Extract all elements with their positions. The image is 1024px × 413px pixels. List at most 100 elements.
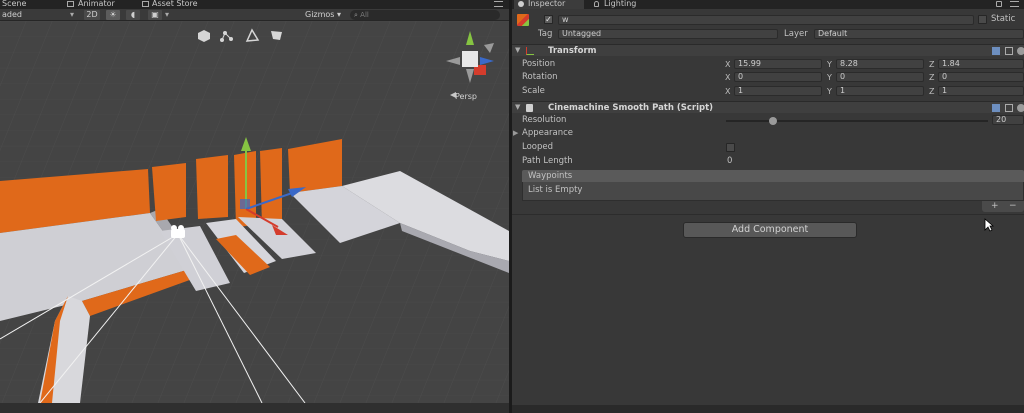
layer-dropdown[interactable]: Default (814, 29, 1024, 39)
gizmos-label: Gizmos (305, 10, 335, 19)
tag-layer-row: Tag Untagged Layer Default (512, 28, 1024, 41)
gizmos-dropdown[interactable]: Gizmos ▾ (305, 10, 341, 20)
image-icon: ▣ (151, 10, 159, 19)
scale-z-axis-label: Z (929, 87, 935, 96)
pillar-2 (196, 155, 228, 219)
scene-tabbar: Scene Animator Asset Store (0, 0, 509, 9)
path-length-label: Path Length (522, 156, 573, 166)
scale-z-field[interactable]: 1 (938, 86, 1024, 96)
tab-asset-store[interactable]: Asset Store (140, 0, 220, 9)
waypoints-list-footer: + − (982, 201, 1024, 212)
resolution-value-field[interactable]: 20 (992, 115, 1024, 125)
pillar-4 (260, 148, 282, 227)
scene-panel[interactable]: Scene Animator Asset Store aded ▾ 2D ☀ ◖… (0, 0, 509, 413)
transform-header[interactable]: ▼ Transform (512, 44, 1024, 56)
panel-menu-icon[interactable] (494, 1, 503, 7)
waypoints-empty-text: List is Empty (528, 185, 583, 195)
static-label: Static (991, 14, 1016, 24)
rotation-x-field[interactable]: 0 (734, 72, 822, 82)
waypoints-label: Waypoints (528, 171, 573, 181)
transform-icon (526, 47, 534, 55)
layer-label: Layer (784, 29, 808, 39)
scene-bottom-bar (0, 403, 509, 413)
resolution-slider-thumb[interactable] (769, 117, 778, 125)
waypoints-list: List is Empty (522, 182, 1024, 201)
asset-store-icon (142, 1, 149, 7)
scale-x-field[interactable]: 1 (734, 86, 822, 96)
static-checkbox[interactable] (978, 15, 987, 24)
position-label: Position (522, 59, 556, 69)
object-header: ✓ w Static (512, 12, 1024, 28)
scene-viewport[interactable] (0, 21, 509, 403)
scene-search-input[interactable]: ⌕ All (350, 10, 500, 20)
persp-text[interactable]: Persp (455, 92, 477, 101)
position-z-axis-label: Z (929, 60, 935, 69)
resolution-row: Resolution 20 (512, 114, 1024, 127)
rotation-y-field[interactable]: 0 (836, 72, 924, 82)
camera-reel-1 (171, 225, 177, 231)
gizmo-plane-handle[interactable] (240, 199, 250, 209)
smooth-path-header[interactable]: ▼ Cinemachine Smooth Path (Script) (512, 101, 1024, 113)
appearance-label: Appearance (522, 128, 574, 138)
position-x-field[interactable]: 15.99 (734, 59, 822, 69)
scale-x-axis-label: X (725, 87, 731, 96)
tab-inspector[interactable]: Inspector (514, 0, 584, 9)
shading-mode-dropdown[interactable]: aded (2, 10, 22, 20)
preset-sliders-icon[interactable] (1005, 104, 1013, 112)
path-length-value: 0 (727, 156, 733, 166)
resolution-label: Resolution (522, 115, 567, 125)
appearance-row[interactable]: ▶ Appearance (512, 127, 1024, 140)
inspector-menu-icon[interactable] (1010, 1, 1019, 7)
object-name-field[interactable]: w (558, 15, 974, 25)
rotation-z-axis-label: Z (929, 73, 935, 82)
search-placeholder: All (360, 11, 369, 19)
mouse-cursor-icon (984, 218, 994, 232)
foldout-arrow-icon: ▼ (515, 46, 521, 54)
search-icon: ⌕ (354, 11, 358, 19)
appearance-foldout-icon[interactable]: ▶ (513, 127, 518, 140)
rotation-x-axis-label: X (725, 73, 731, 82)
reference-book-icon[interactable] (992, 104, 1000, 112)
audio-toggle[interactable]: ◖ (126, 10, 140, 20)
speaker-icon: ◖ (130, 10, 136, 19)
tab-animator[interactable]: Animator (64, 0, 130, 9)
looped-checkbox[interactable] (726, 143, 735, 152)
gear-icon[interactable] (1017, 47, 1024, 55)
inspector-lock-icon[interactable] (996, 1, 1002, 7)
position-x-axis-label: X (725, 60, 731, 69)
reference-book-icon[interactable] (992, 47, 1000, 55)
effects-toggle[interactable]: ▣ (148, 10, 162, 20)
gear-icon[interactable] (1017, 104, 1024, 112)
tab-scene[interactable]: Scene (0, 0, 42, 9)
add-waypoint-button[interactable]: + (991, 200, 999, 213)
looped-label: Looped (522, 142, 554, 152)
add-component-button[interactable]: Add Component (683, 222, 857, 238)
remove-waypoint-button[interactable]: − (1009, 200, 1017, 213)
scale-row: Scale X 1 Y 1 Z 1 (512, 85, 1024, 98)
component-separator (512, 214, 1024, 215)
scale-y-axis-label: Y (827, 87, 832, 96)
looped-row: Looped (512, 141, 1024, 154)
preset-sliders-icon[interactable] (1005, 47, 1013, 55)
tag-label: Tag (538, 29, 553, 39)
object-active-checkbox[interactable]: ✓ (544, 15, 553, 24)
sun-icon: ☀ (109, 10, 117, 19)
position-y-field[interactable]: 8.28 (836, 59, 924, 69)
camera-reel-2 (178, 225, 184, 231)
tab-animator-label: Animator (78, 0, 115, 8)
rotation-z-field[interactable]: 0 (938, 72, 1024, 82)
tag-dropdown[interactable]: Untagged (558, 29, 778, 39)
mode-2d-toggle[interactable]: 2D (84, 10, 100, 20)
position-row: Position X 15.99 Y 8.28 Z 1.84 (512, 58, 1024, 71)
tab-lighting[interactable]: Lighting (590, 0, 660, 9)
scale-y-field[interactable]: 1 (836, 86, 924, 96)
rotation-label: Rotation (522, 72, 558, 82)
transform-title: Transform (548, 46, 597, 56)
lighting-toggle[interactable]: ☀ (106, 10, 120, 20)
position-z-field[interactable]: 1.84 (938, 59, 1024, 69)
resolution-slider-track[interactable] (726, 120, 988, 122)
waypoints-list-header[interactable]: Waypoints (522, 170, 1024, 182)
orientation-center-cube[interactable] (462, 51, 478, 67)
scene-toolbar: aded ▾ 2D ☀ ◖ ▣ ▾ Gizmos ▾ ⌕ All (0, 9, 509, 21)
lightbulb-icon (594, 1, 599, 7)
